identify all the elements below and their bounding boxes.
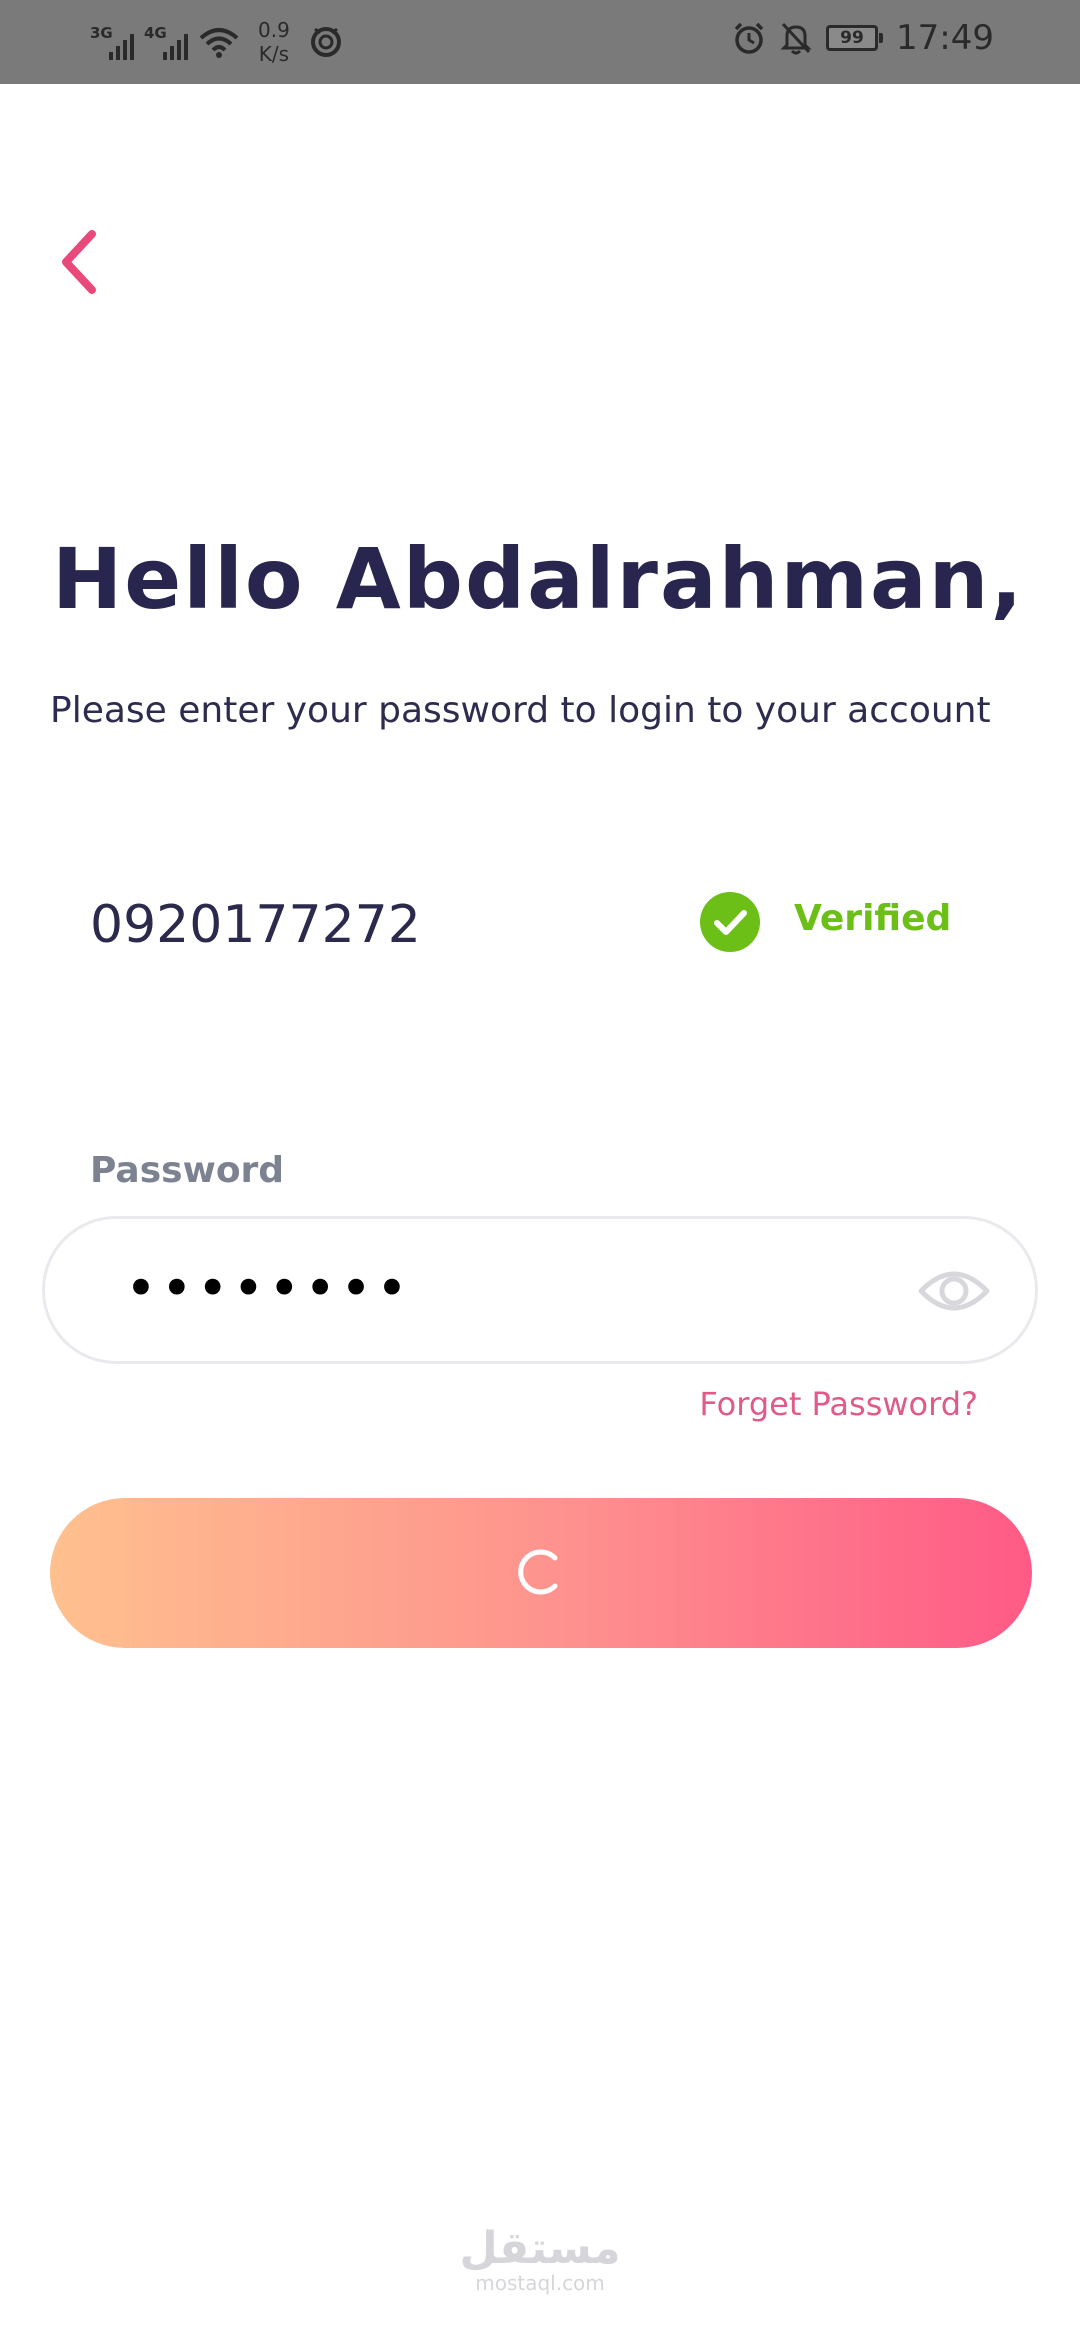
show-password-eye-icon[interactable] [917,1261,991,1321]
password-label: Password [90,1150,285,1191]
phone-number: 0920177272 [90,895,421,955]
alarm-icon [734,22,764,54]
network-speed: 0.9 K/s [258,18,290,66]
page-title: Hello Abdalrahman, [52,530,1025,628]
app-notification-icon [310,27,341,57]
back-button[interactable] [50,222,110,302]
status-bar: 3G 4G 0.9 K/s 99 17:49 [0,0,1080,84]
signal-3g-icon: 3G [90,22,134,62]
battery-icon: 99 [826,25,884,51]
wifi-icon [199,28,239,58]
forget-password-link[interactable]: Forget Password? [699,1385,978,1423]
network-speed-value: 0.9 [258,18,290,42]
login-button[interactable] [50,1498,1032,1648]
verified-check-icon [700,892,760,952]
page-subtitle: Please enter your password to login to y… [50,690,991,731]
password-input[interactable]: •••••••• [42,1216,1038,1364]
watermark-domain: mostaql.com [475,2271,605,2295]
status-bar-right: 99 17:49 [732,18,994,58]
battery-level: 99 [840,28,864,48]
verified-status-label: Verified [794,898,952,939]
notifications-off-icon [780,22,812,55]
signal-4g-icon: 4G [144,22,188,62]
watermark: مستقل mostaql.com [0,2223,1080,2295]
status-bar-left: 3G 4G 0.9 K/s [90,18,344,66]
watermark-logo-arabic: مستقل [459,2223,621,2274]
loading-spinner-icon [518,1549,558,1595]
network-speed-unit: K/s [258,42,290,66]
password-masked-value: •••••••• [125,1257,412,1320]
clock: 17:49 [896,18,994,58]
